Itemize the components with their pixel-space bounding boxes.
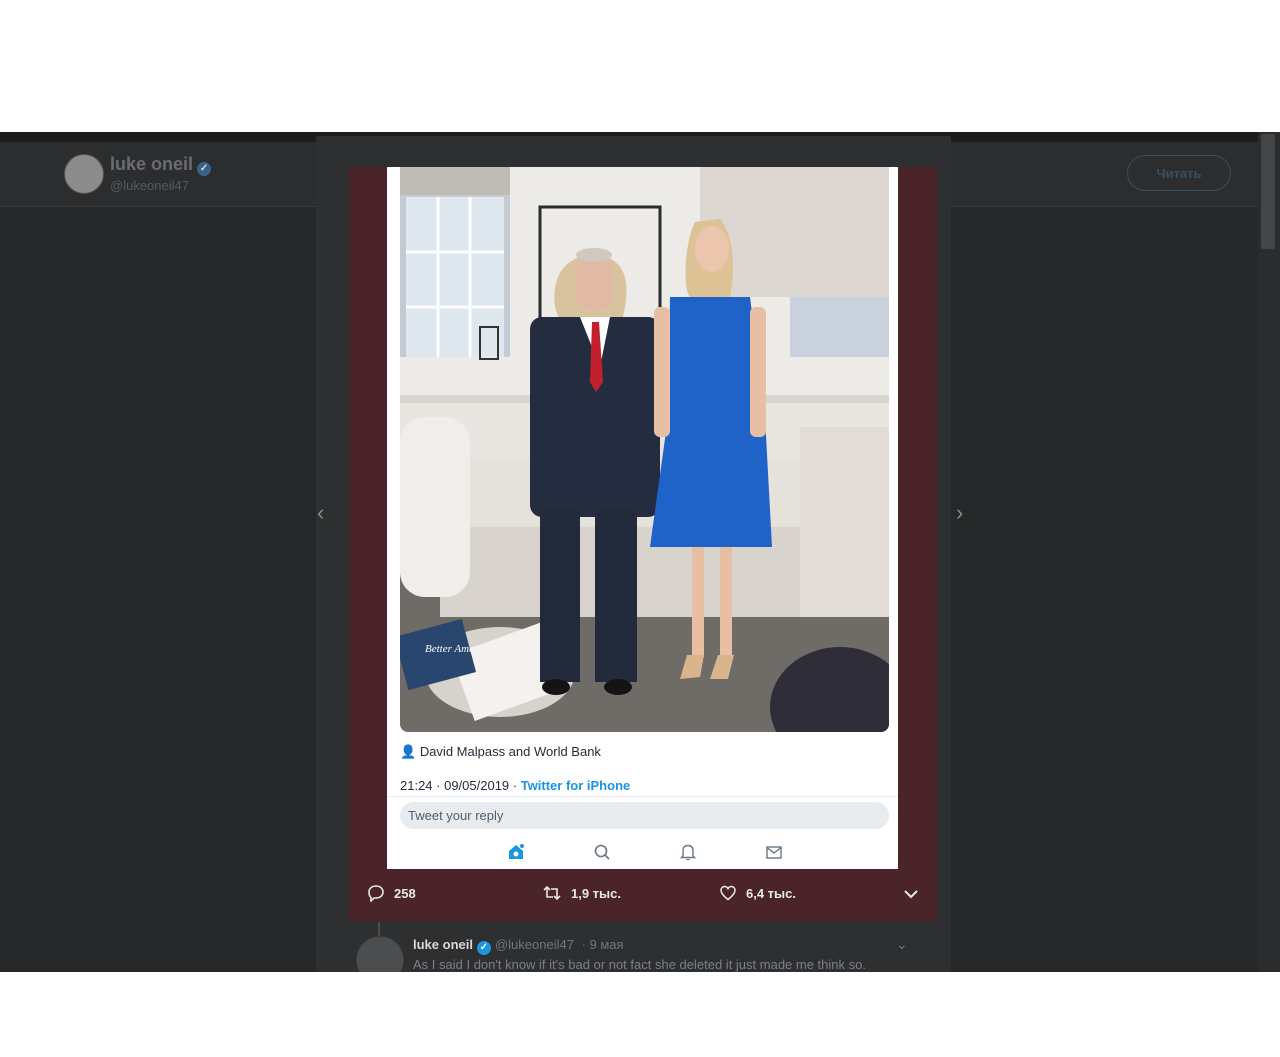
reply-icon [368, 885, 384, 902]
scrollbar-thumb[interactable] [1261, 134, 1275, 249]
like-action[interactable]: 6,4 тыс. [719, 884, 796, 902]
tweet-timestamp: 21:24 · 09/05/2019 · Twitter for iPhone [400, 778, 631, 793]
thread-line [378, 922, 380, 936]
book-text: Better Ame [425, 643, 474, 655]
reply-action[interactable]: 258 [367, 884, 416, 902]
reply-input[interactable]: Tweet your reply [400, 802, 889, 829]
home-icon[interactable] [507, 843, 525, 861]
next-arrow-icon[interactable]: › [956, 500, 963, 526]
follow-button[interactable]: Читать [1127, 155, 1231, 191]
retweet-action[interactable]: 1,9 тыс. [542, 884, 621, 902]
notifications-icon[interactable] [679, 843, 697, 861]
profile-handle: @lukeoneil47 [110, 178, 189, 193]
chevron-down-icon[interactable] [903, 887, 919, 901]
photo-illustration: Better Ame [400, 167, 889, 732]
tagged-people[interactable]: 👤 David Malpass and World Bank [400, 744, 601, 760]
profile-name[interactable]: luke oneil ✓ [110, 154, 212, 176]
reply-text: As I said I don't know if it's bad or no… [413, 957, 866, 972]
tweet-actions: 258 1,9 тыс. 6,4 тыс. [349, 869, 937, 921]
reply-tweet[interactable]: luke oneil ✓ @lukeoneil47 · 9 мая As I sai… [349, 922, 937, 972]
search-icon[interactable] [593, 843, 611, 861]
reply-author[interactable]: luke oneil ✓ @lukeoneil47 · 9 мая [413, 937, 624, 955]
retweet-icon [543, 885, 561, 901]
more-options-icon[interactable]: ⌄ [896, 936, 908, 953]
source-link[interactable]: Twitter for iPhone [521, 778, 631, 793]
reply-placeholder: Tweet your reply [408, 808, 504, 823]
avatar[interactable] [356, 936, 404, 972]
divider [387, 796, 898, 797]
embedded-screenshot: Better Ame 👤 David Malpass and World Ban… [387, 167, 898, 869]
messages-icon[interactable] [765, 843, 783, 861]
tweet-photo[interactable]: Better Ame [400, 167, 889, 732]
person-icon: 👤 [400, 744, 417, 759]
profile-avatar[interactable] [64, 154, 104, 194]
heart-icon [720, 885, 736, 901]
verified-icon: ✓ [476, 941, 491, 955]
scrollbar[interactable] [1258, 132, 1280, 972]
previous-arrow-icon[interactable]: ‹ [317, 500, 324, 526]
screenshot-area: luke oneil ✓ @lukeoneil47 Читать ‹ › Bet… [0, 132, 1280, 972]
verified-icon: ✓ [197, 162, 212, 176]
